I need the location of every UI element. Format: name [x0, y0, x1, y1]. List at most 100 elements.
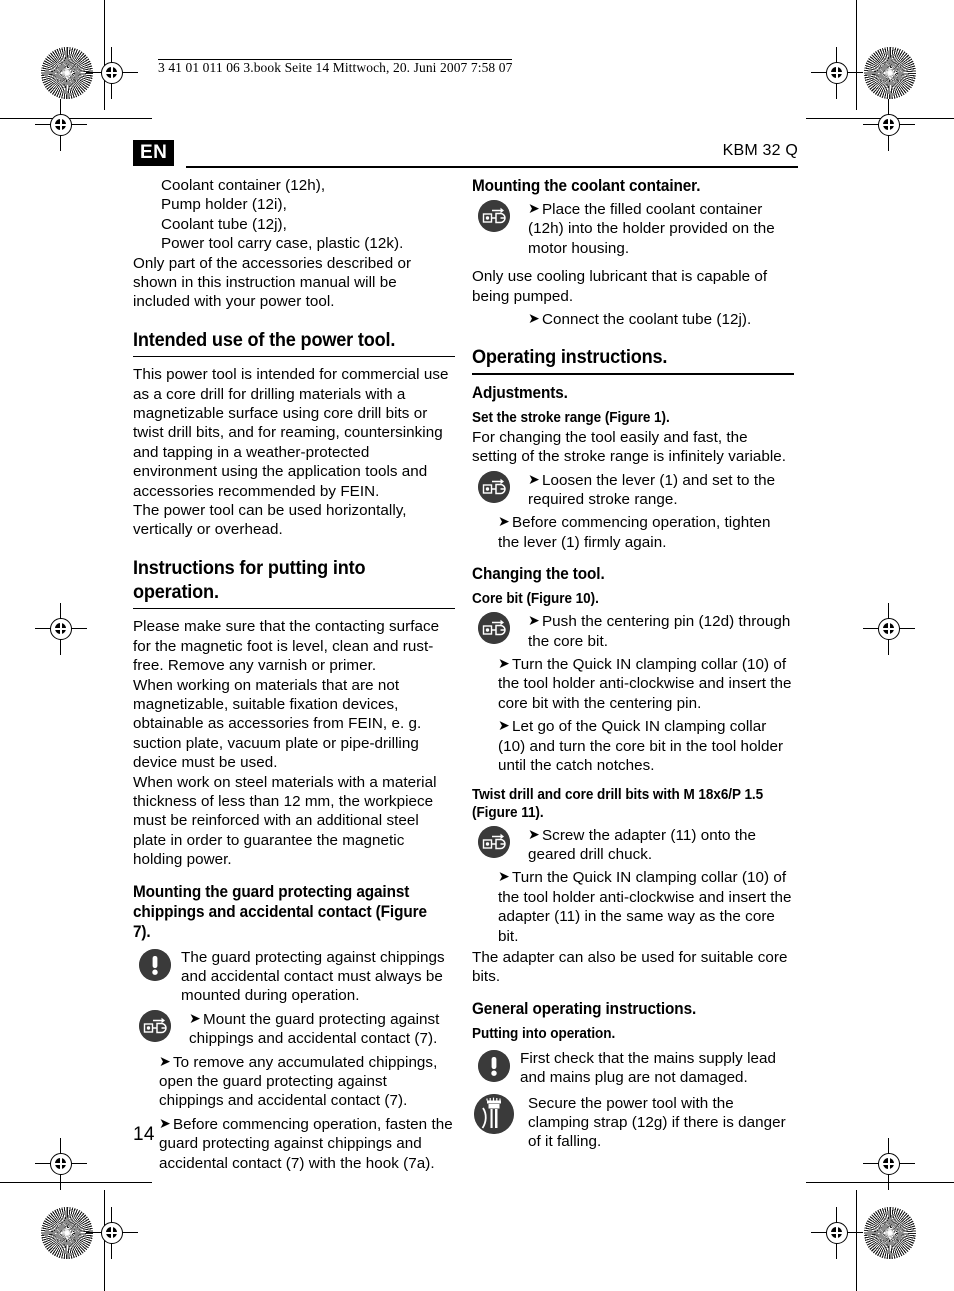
clamping-strap-icon — [474, 1093, 514, 1134]
action-item-screw-adapter: ➤ Screw the adapter (11) onto the geared… — [472, 825, 794, 865]
action-text: To remove any accumulated chippings, ope… — [159, 1053, 438, 1110]
action-item-push-centering-pin: ➤ Push the centering pin (12d) through t… — [472, 612, 794, 651]
section-rule — [133, 355, 455, 358]
action-text: Before commencing operation, tighten the… — [498, 514, 771, 551]
action-text: Place the filled coolant container (12h)… — [528, 201, 775, 257]
action-item-connect-coolant-tube: ➤ Connect the coolant tube (12j). — [472, 310, 794, 329]
intended-use-paragraph: The power tool can be used horizontally,… — [133, 502, 407, 539]
registration-crosshair-bottom-right — [811, 1207, 863, 1259]
note-text: Secure the power tool with the clamping … — [528, 1094, 786, 1151]
stroke-range-text: For changing the tool easily and fast, t… — [472, 428, 787, 466]
action-text: Mount the guard protecting against chipp… — [189, 1010, 440, 1048]
print-control-rosette-top-left — [41, 47, 93, 99]
right-column: Mounting the coolant container. ➤ Place … — [472, 176, 794, 1152]
action-item-loosen-lever: ➤ Loosen the lever (1) and set to the re… — [472, 470, 794, 510]
mounting-action-icon — [478, 200, 510, 232]
trim-line-left-vertical — [104, 0, 105, 110]
operation-paragraph: When work on steel materials with a mate… — [133, 773, 437, 869]
print-control-rosette-bottom-right — [864, 1207, 916, 1259]
registration-crosshair-upper-left — [35, 99, 87, 151]
action-text: Let go of the Quick IN clamping collar (… — [498, 718, 784, 775]
page-number: 14 — [133, 1124, 155, 1145]
action-item-let-go-collar: ➤ Let go of the Quick IN clamping collar… — [472, 717, 794, 775]
action-item-mount-guard: ➤ Mount the guard protecting against chi… — [133, 1009, 455, 1049]
warning-text: The guard protecting against chippings a… — [181, 948, 445, 1005]
adapter-note: The adapter can also be used for suitabl… — [472, 948, 788, 986]
registration-crosshair-top-right — [811, 47, 863, 99]
print-control-rosette-bottom-left — [41, 1207, 93, 1259]
bullet-arrow-icon: ➤ — [159, 1052, 171, 1069]
bullet-arrow-icon: ➤ — [498, 717, 510, 734]
mounting-action-icon — [139, 1009, 171, 1042]
action-item-tighten-lever: ➤ Before commencing operation, tighten t… — [472, 513, 794, 552]
print-control-rosette-top-right — [864, 47, 916, 99]
action-text: Loosen the lever (1) and set to the requ… — [528, 471, 776, 509]
running-head-rule — [186, 166, 798, 168]
bullet-arrow-icon: ➤ — [189, 1009, 201, 1026]
warning-exclamation-icon — [478, 1049, 510, 1082]
registration-crosshair-lower-right — [863, 1138, 915, 1190]
section-heading-putting-into-operation: Instructions for putting into operation. — [133, 556, 366, 603]
action-item-turn-clamping-collar: ➤ Turn the Quick IN clamping collar (10)… — [472, 655, 794, 713]
registration-crosshair-middle-right — [863, 603, 915, 655]
bullet-arrow-icon: ➤ — [159, 1114, 171, 1131]
accessory-note: Only part of the accessories described o… — [133, 254, 412, 311]
language-badge: EN — [133, 140, 175, 166]
bullet-arrow-icon: ➤ — [498, 868, 510, 885]
note-clamping-strap: Secure the power tool with the clamping … — [472, 1093, 794, 1152]
bullet-arrow-icon: ➤ — [528, 612, 540, 629]
warning-text: First check that the mains supply lead a… — [520, 1049, 776, 1087]
mounting-action-icon — [478, 612, 510, 645]
warning-note-mains: First check that the mains supply lead a… — [472, 1049, 794, 1088]
manual-page: 3 41 01 011 06 3.book Seite 14 Mittwoch,… — [0, 0, 954, 1291]
operation-paragraph: Please make sure that the contacting sur… — [133, 618, 440, 675]
accessory-item: Coolant container (12h), — [161, 177, 326, 194]
model-title: KBM 32 Q — [722, 142, 798, 159]
running-head: EN KBM 32 Q — [133, 140, 798, 170]
accessory-item: Power tool carry case, plastic (12k). — [161, 235, 404, 253]
registration-crosshair-middle-left — [35, 603, 87, 655]
action-item-place-coolant-container: ➤ Place the filled coolant container (12… — [472, 200, 794, 258]
subsection-heading-core-bit: Core bit (Figure 10). — [472, 591, 599, 608]
bullet-arrow-icon: ➤ — [498, 655, 510, 672]
registration-crosshair-lower-left — [35, 1138, 87, 1190]
bullet-arrow-icon: ➤ — [498, 513, 510, 530]
bullet-arrow-icon: ➤ — [528, 310, 540, 327]
action-item-remove-chippings: ➤ To remove any accumulated chippings, o… — [133, 1053, 455, 1111]
bullet-arrow-icon: ➤ — [528, 200, 540, 216]
operation-paragraph: When working on materials that are not m… — [133, 676, 422, 772]
trim-line-bottom-right — [806, 1182, 954, 1183]
bullet-arrow-icon: ➤ — [528, 825, 540, 842]
action-text: Turn the Quick IN clamping collar (10) o… — [498, 656, 792, 712]
trim-line-bottom-left — [0, 1182, 152, 1183]
action-text: Turn the Quick IN clamping collar (10) o… — [498, 869, 792, 945]
registration-crosshair-bottom-left — [86, 1207, 138, 1259]
subsection-heading-adjustments: Adjustments. — [472, 383, 568, 402]
action-text: Before commencing operation, fasten the … — [159, 1115, 453, 1172]
trim-line-right-vertical-bottom — [856, 1190, 857, 1291]
registration-crosshair-upper-right — [863, 99, 915, 151]
file-info-text: 3 41 01 011 06 3.book Seite 14 Mittwoch,… — [158, 59, 513, 75]
subsection-heading-general-operating: General operating instructions. — [472, 999, 697, 1018]
action-text: Push the centering pin (12d) through the… — [528, 613, 791, 650]
subsection-heading-guard: Mounting the guard protecting against ch… — [133, 882, 427, 941]
subsection-heading-putting-into-operation: Putting into operation. — [472, 1025, 616, 1042]
mounting-action-icon — [478, 470, 510, 503]
registration-crosshair-top-left — [86, 47, 138, 99]
left-column: Coolant container (12h), Pump holder (12… — [133, 176, 455, 1173]
subsection-heading-twist-drill: Twist drill and core drill bits with M 1… — [472, 786, 764, 821]
accessory-item: Pump holder (12i), — [161, 196, 287, 214]
action-text: Connect the coolant tube (12j). — [542, 311, 752, 329]
intended-use-paragraph: This power tool is intended for commerci… — [133, 366, 449, 500]
subsection-heading-coolant-container: Mounting the coolant container. — [472, 177, 701, 195]
section-heading-operating-instructions: Operating instructions. — [472, 346, 668, 369]
warning-note-guard: The guard protecting against chippings a… — [133, 948, 455, 1006]
file-info-line: 3 41 01 011 06 3.book Seite 14 Mittwoch,… — [158, 59, 513, 76]
action-item-insert-adapter: ➤ Turn the Quick IN clamping collar (10)… — [472, 868, 794, 946]
action-item-fasten-guard: ➤ Before commencing operation, fasten th… — [133, 1115, 455, 1173]
trim-line-right-vertical — [856, 0, 857, 110]
section-heading-intended-use: Intended use of the power tool. — [133, 328, 396, 351]
mounting-action-icon — [478, 825, 510, 858]
section-rule — [472, 373, 794, 375]
bullet-arrow-icon: ➤ — [528, 470, 540, 487]
